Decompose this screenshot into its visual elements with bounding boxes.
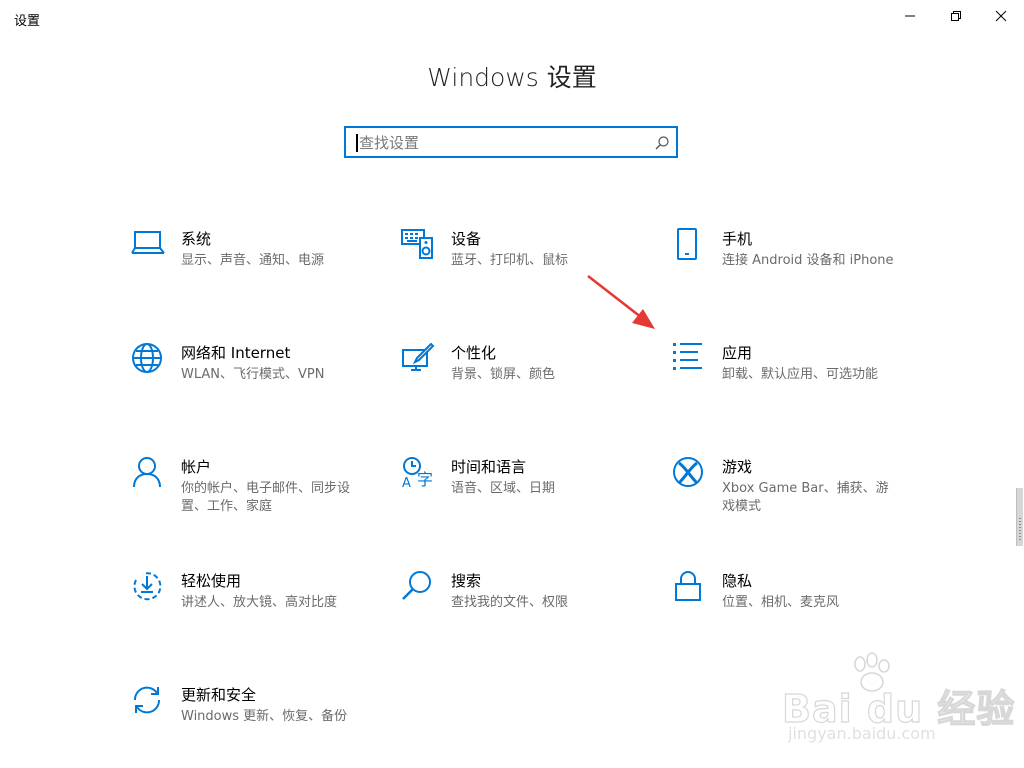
phone-icon	[672, 228, 708, 264]
person-icon	[131, 456, 167, 492]
tile-gaming[interactable]: 游戏 Xbox Game Bar、捕获、游戏模式	[672, 456, 912, 536]
text-caret	[356, 134, 358, 152]
minimize-button[interactable]	[887, 0, 933, 32]
tile-phone[interactable]: 手机 连接 Android 设备和 iPhone	[672, 228, 912, 308]
tile-description: 你的帐户、电子邮件、同步设置、工作、家庭	[181, 481, 351, 514]
tile-name: 帐户	[181, 458, 212, 476]
tile-devices[interactable]: 设备 蓝牙、打印机、鼠标	[401, 228, 641, 308]
lock-icon	[672, 570, 708, 606]
scrollbar-thumb[interactable]	[1016, 488, 1023, 546]
tile-description: 查找我的文件、权限	[451, 595, 569, 610]
close-icon	[995, 10, 1007, 22]
laptop-icon	[131, 228, 167, 264]
svg-text:字: 字	[417, 470, 433, 488]
tile-description: 蓝牙、打印机、鼠标	[451, 253, 569, 268]
tile-privacy[interactable]: 隐私 位置、相机、麦克风	[672, 570, 912, 650]
watermark: Bai du 经验 jingyan.baidu.com	[781, 652, 1015, 752]
restore-icon	[951, 11, 961, 21]
tile-time-language[interactable]: A字 时间和语言 语音、区域、日期	[401, 456, 641, 536]
tile-name: 应用	[722, 344, 753, 362]
tile-system[interactable]: 系统 显示、声音、通知、电源	[131, 228, 371, 308]
tile-name: 个性化	[451, 344, 497, 362]
svg-text:A: A	[402, 476, 411, 488]
tile-apps[interactable]: 应用 卸载、默认应用、可选功能	[672, 342, 912, 422]
keyboard-speaker-icon	[401, 228, 437, 264]
tile-personalization[interactable]: 个性化 背景、锁屏、颜色	[401, 342, 641, 422]
minimize-icon	[905, 15, 915, 17]
time-language-icon: A字	[401, 456, 437, 492]
tile-description: WLAN、飞行模式、VPN	[181, 367, 325, 382]
tile-name: 轻松使用	[181, 572, 242, 590]
tile-ease-of-access[interactable]: 轻松使用 讲述人、放大镜、高对比度	[131, 570, 371, 650]
ease-of-access-icon	[131, 570, 167, 606]
search-icon	[401, 570, 437, 606]
window-title: 设置	[14, 14, 41, 29]
sync-icon	[131, 684, 167, 720]
tile-name: 网络和 Internet	[181, 344, 291, 362]
paint-monitor-icon	[401, 342, 437, 378]
tile-name: 隐私	[722, 572, 753, 590]
tile-network[interactable]: 网络和 Internet WLAN、飞行模式、VPN	[131, 342, 371, 422]
tile-description: 背景、锁屏、颜色	[451, 367, 556, 382]
tile-name: 搜索	[451, 572, 482, 590]
search-icon[interactable]	[654, 135, 670, 151]
tile-description: 讲述人、放大镜、高对比度	[181, 595, 338, 610]
xbox-icon	[672, 456, 708, 492]
tile-description: Windows 更新、恢复、备份	[181, 709, 348, 724]
tile-name: 手机	[722, 230, 753, 248]
tile-name: 系统	[181, 230, 212, 248]
tile-description: 卸载、默认应用、可选功能	[722, 367, 879, 382]
search-box[interactable]	[344, 126, 678, 158]
apps-list-icon	[672, 342, 708, 378]
watermark-url: jingyan.baidu.com	[788, 724, 936, 743]
search-input[interactable]	[359, 131, 649, 155]
tile-description: 连接 Android 设备和 iPhone	[722, 253, 894, 268]
title-bar: 设置	[0, 0, 1024, 36]
page-title: Windows 设置	[427, 63, 597, 92]
tile-description: 显示、声音、通知、电源	[181, 253, 325, 268]
tile-name: 设备	[451, 230, 482, 248]
tile-update-security[interactable]: 更新和安全 Windows 更新、恢复、备份	[131, 684, 371, 764]
tile-description: 语音、区域、日期	[451, 481, 556, 496]
tile-name: 时间和语言	[451, 458, 527, 476]
tile-description: Xbox Game Bar、捕获、游戏模式	[722, 481, 889, 514]
globe-icon	[131, 342, 167, 378]
tile-name: 更新和安全	[181, 686, 257, 704]
scrollbar-grip	[1019, 518, 1021, 542]
close-button[interactable]	[978, 0, 1024, 32]
tile-search[interactable]: 搜索 查找我的文件、权限	[401, 570, 641, 650]
tile-accounts[interactable]: 帐户 你的帐户、电子邮件、同步设置、工作、家庭	[131, 456, 371, 536]
tile-description: 位置、相机、麦克风	[722, 595, 840, 610]
tile-name: 游戏	[722, 458, 753, 476]
restore-button[interactable]	[933, 0, 979, 32]
